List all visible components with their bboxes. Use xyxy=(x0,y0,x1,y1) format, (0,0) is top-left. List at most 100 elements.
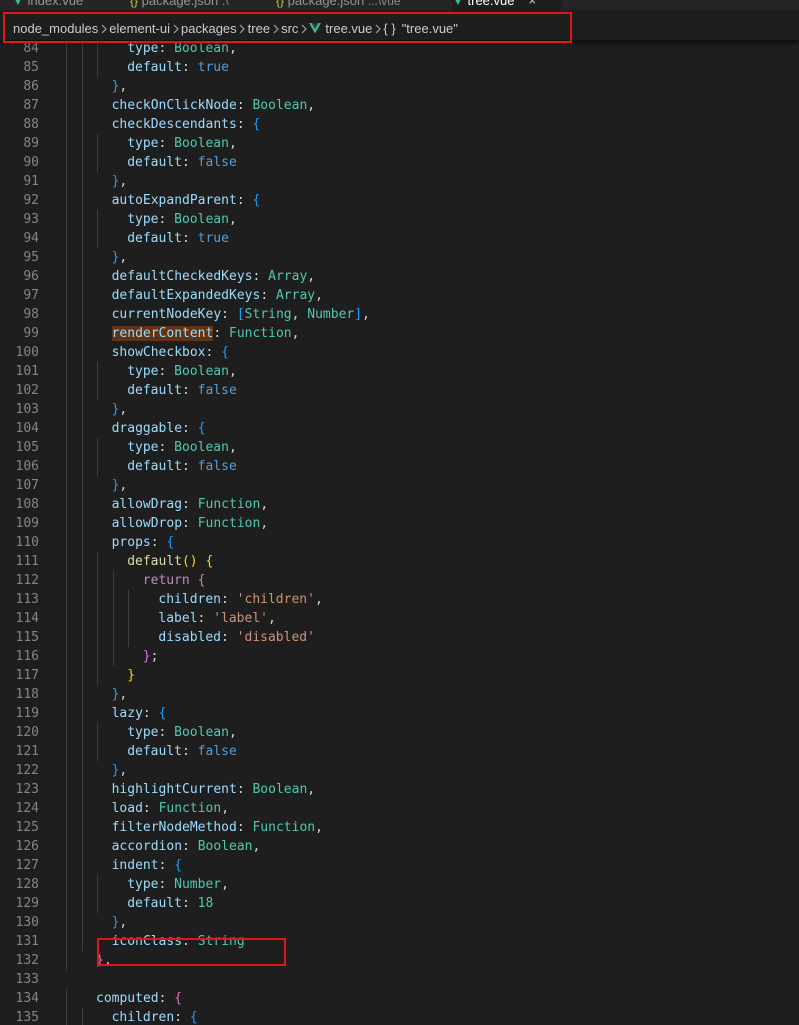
breadcrumb-item[interactable]: tree.vue xyxy=(325,22,372,36)
code-line[interactable]: 85 default: true xyxy=(0,58,799,77)
editor-tab[interactable]: {} package.json ...\vue xyxy=(276,0,444,10)
breadcrumb-item[interactable]: "tree.vue" xyxy=(402,22,458,36)
token: : xyxy=(158,440,175,455)
token: Boolean xyxy=(174,136,229,151)
indent-guide xyxy=(97,571,99,590)
code-line[interactable]: 105 type: Boolean, xyxy=(0,438,799,457)
code-line[interactable]: 114 label: 'label', xyxy=(0,609,799,628)
editor-tab[interactable]: {} package.json .\ xyxy=(130,0,266,10)
code-line[interactable]: 107}, xyxy=(0,476,799,495)
code-text: default: false xyxy=(127,381,237,400)
code-text: children: 'children', xyxy=(158,590,322,609)
indent-guide xyxy=(81,381,83,400)
breadcrumb-item[interactable]: src xyxy=(281,22,298,36)
token: , xyxy=(221,877,229,892)
code-line[interactable]: 103}, xyxy=(0,400,799,419)
code-editor[interactable]: 83expandOnClickNode: {84type: Boolean,85… xyxy=(0,40,799,1025)
code-line[interactable]: 91}, xyxy=(0,172,799,191)
indent-guide xyxy=(81,571,83,590)
code-line[interactable]: 115 disabled: 'disabled' xyxy=(0,628,799,647)
code-line[interactable]: 125 filterNodeMethod: Function, xyxy=(0,818,799,837)
code-line[interactable]: 100 showCheckbox: { xyxy=(0,343,799,362)
close-icon[interactable]: × xyxy=(529,0,537,8)
code-line[interactable]: 101 type: Boolean, xyxy=(0,362,799,381)
indent-guide xyxy=(81,248,83,267)
line-number: 98 xyxy=(23,307,39,322)
indent-guide xyxy=(66,229,67,248)
breadcrumb-item[interactable]: node_modules xyxy=(13,22,98,36)
code-line[interactable]: 123 highlightCurrent: Boolean, xyxy=(0,780,799,799)
code-line[interactable]: 130}, xyxy=(0,913,799,932)
token: Function xyxy=(158,801,222,816)
breadcrumb-item[interactable]: packages xyxy=(181,22,237,36)
code-line[interactable]: 89 type: Boolean, xyxy=(0,134,799,153)
token: Array xyxy=(268,269,308,284)
indent-guide xyxy=(81,932,83,951)
token: 'disabled' xyxy=(236,630,315,645)
code-line[interactable]: 113 children: 'children', xyxy=(0,590,799,609)
code-line[interactable]: 128 type: Number, xyxy=(0,875,799,894)
token: : xyxy=(236,193,253,208)
code-text: filterNodeMethod: Function, xyxy=(112,818,323,837)
token: : xyxy=(205,345,222,360)
token: , xyxy=(119,478,128,493)
breadcrumb-item[interactable]: tree xyxy=(248,22,270,36)
line-number: 110 xyxy=(15,535,39,550)
indent-guide xyxy=(97,552,99,571)
token: type xyxy=(127,136,159,151)
token: 'label' xyxy=(213,611,268,626)
code-line[interactable]: 90 default: false xyxy=(0,153,799,172)
code-line[interactable]: 135 children: { xyxy=(0,1008,799,1025)
line-number: 97 xyxy=(23,288,39,303)
code-line[interactable]: 124 load: Function, xyxy=(0,799,799,818)
breadcrumb-item[interactable]: element-ui xyxy=(109,22,170,36)
code-text: } xyxy=(127,666,135,685)
line-number: 131 xyxy=(15,934,39,949)
code-line[interactable]: 118}, xyxy=(0,685,799,704)
code-line[interactable]: 112 return { xyxy=(0,571,799,590)
token: lazy xyxy=(111,706,143,721)
code-line[interactable]: 97 defaultExpandedKeys: Array, xyxy=(0,286,799,305)
code-line[interactable]: 102 default: false xyxy=(0,381,799,400)
code-line[interactable]: 93 type: Boolean, xyxy=(0,210,799,229)
token: , xyxy=(119,250,128,265)
code-line[interactable]: 108 allowDrag: Function, xyxy=(0,495,799,514)
code-line[interactable]: 86}, xyxy=(0,77,799,96)
indent-guide xyxy=(66,647,67,666)
code-line[interactable]: 122}, xyxy=(0,761,799,780)
code-line[interactable]: 116}; xyxy=(0,647,799,666)
code-line[interactable]: 99 renderContent: Function, xyxy=(0,324,799,343)
code-line[interactable]: 126 accordion: Boolean, xyxy=(0,837,799,856)
code-line[interactable]: 104 draggable: { xyxy=(0,419,799,438)
code-line[interactable]: 92 autoExpandParent: { xyxy=(0,191,799,210)
code-line[interactable]: 94 default: true xyxy=(0,229,799,248)
editor-tab[interactable]: ▼ tree.vue × xyxy=(452,0,562,10)
code-line[interactable]: 120 type: Boolean, xyxy=(0,723,799,742)
code-line[interactable]: 106 default: false xyxy=(0,457,799,476)
editor-tab[interactable]: ▼ index.vue xyxy=(12,0,122,10)
code-line[interactable]: 95}, xyxy=(0,248,799,267)
code-line[interactable]: 121 default: false xyxy=(0,742,799,761)
code-line[interactable]: 119 lazy: { xyxy=(0,704,799,723)
code-line[interactable]: 127 indent: { xyxy=(0,856,799,875)
code-line[interactable]: 133 xyxy=(0,970,799,989)
code-line[interactable]: 98 currentNodeKey: [String, Number], xyxy=(0,305,799,324)
line-number: 105 xyxy=(15,440,39,455)
indent-guide xyxy=(66,856,67,875)
code-line[interactable]: 96 defaultCheckedKeys: Array, xyxy=(0,267,799,286)
line-number: 117 xyxy=(15,668,39,683)
code-text: type: Boolean, xyxy=(127,723,237,742)
code-line[interactable]: 131 iconClass: String xyxy=(0,932,799,951)
code-line[interactable]: 84 type: Boolean, xyxy=(0,40,799,58)
code-line[interactable]: 132}, xyxy=(0,951,799,970)
code-line[interactable]: 109 allowDrop: Function, xyxy=(0,514,799,533)
indent-guide xyxy=(81,115,83,134)
code-line[interactable]: 110 props: { xyxy=(0,533,799,552)
token: : xyxy=(181,60,198,75)
code-line[interactable]: 87 checkOnClickNode: Boolean, xyxy=(0,96,799,115)
code-line[interactable]: 111 default() { xyxy=(0,552,799,571)
code-line[interactable]: 134 computed: { xyxy=(0,989,799,1008)
code-line[interactable]: 88 checkDescendants: { xyxy=(0,115,799,134)
code-line[interactable]: 129 default: 18 xyxy=(0,894,799,913)
code-line[interactable]: 117} xyxy=(0,666,799,685)
